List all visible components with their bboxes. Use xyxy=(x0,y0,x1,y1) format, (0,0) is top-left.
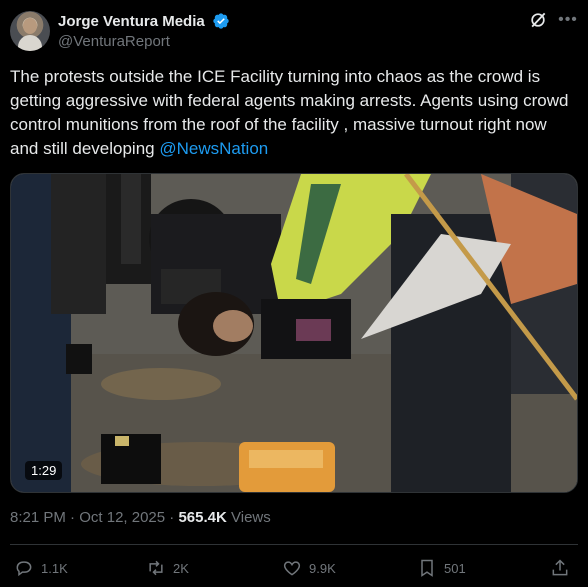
bookmark-count: 501 xyxy=(444,560,466,576)
repost-button[interactable]: 2K xyxy=(146,556,189,580)
more-icon[interactable]: ••• xyxy=(558,12,578,34)
avatar-face xyxy=(23,18,37,34)
tweet-body: The protests outside the ICE Facility tu… xyxy=(10,67,569,158)
meta-separator-2: · xyxy=(169,509,175,526)
grok-icon[interactable] xyxy=(528,10,548,30)
tweet-text: The protests outside the ICE Facility tu… xyxy=(10,65,570,161)
verified-badge-icon xyxy=(213,13,229,29)
action-bar: 1.1K 2K 9.9K 501 xyxy=(10,556,578,582)
author-names: Jorge Ventura Media @VenturaReport xyxy=(58,12,230,50)
reply-button[interactable]: 1.1K xyxy=(14,556,68,580)
author-display-name[interactable]: Jorge Ventura Media xyxy=(58,13,205,30)
avatar[interactable] xyxy=(10,11,50,51)
repost-count: 2K xyxy=(173,560,189,576)
share-button[interactable] xyxy=(550,556,577,580)
avatar-shirt xyxy=(18,35,42,51)
tweet-meta: 8:21 PM · Oct 12, 2025 · 565.4K Views xyxy=(10,509,271,526)
video-frame xyxy=(11,174,577,492)
repost-icon xyxy=(149,560,163,576)
bookmark-icon xyxy=(421,559,433,577)
tweet-time[interactable]: 8:21 PM xyxy=(10,509,66,526)
like-icon xyxy=(283,561,301,576)
meta-separator: · xyxy=(70,509,76,526)
author-handle[interactable]: @VenturaReport xyxy=(58,33,230,50)
tweet-date[interactable]: Oct 12, 2025 xyxy=(79,509,165,526)
tweet-header: Jorge Ventura Media @VenturaReport ••• xyxy=(10,10,578,54)
share-icon xyxy=(552,559,568,576)
like-button[interactable]: 9.9K xyxy=(282,556,336,580)
views-label: Views xyxy=(231,509,271,526)
divider xyxy=(10,544,578,545)
mention-link[interactable]: @NewsNation xyxy=(159,139,268,158)
bookmark-button[interactable]: 501 xyxy=(417,556,466,580)
video-duration: 1:29 xyxy=(25,461,63,480)
reply-icon xyxy=(16,561,32,577)
like-count: 9.9K xyxy=(309,560,336,576)
reply-count: 1.1K xyxy=(41,560,68,576)
views-count[interactable]: 565.4K xyxy=(178,509,226,526)
video-player[interactable]: 1:29 xyxy=(10,173,578,493)
